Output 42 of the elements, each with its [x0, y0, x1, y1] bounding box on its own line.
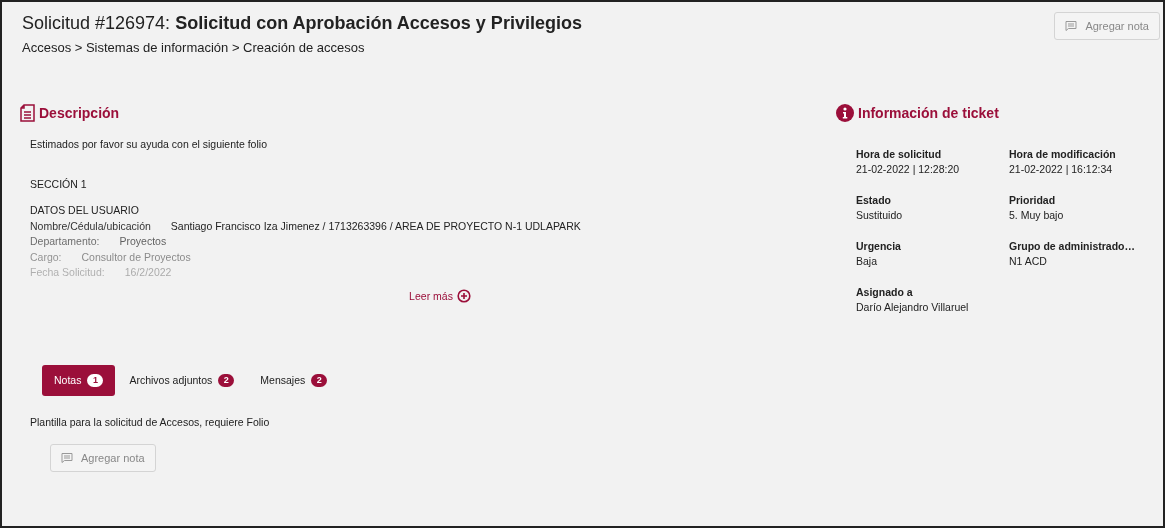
field-label: Departamento:	[30, 234, 100, 249]
page-title: Solicitud #126974: Solicitud con Aprobación Accesos y Privilegios	[22, 12, 582, 34]
plus-circle-icon	[456, 288, 471, 303]
comment-icon	[61, 451, 73, 464]
read-more-link[interactable]: Leer más	[409, 289, 453, 302]
info-label: Prioridad	[1009, 193, 1057, 208]
comment-icon	[1065, 20, 1078, 32]
tab[interactable]: Notas 1	[42, 364, 116, 396]
breadcrumb: Accesos > Sistemas de información > Creación de accesos	[22, 40, 366, 55]
count-badge: 2	[218, 373, 235, 387]
field-value: Proyectos	[119, 234, 167, 249]
field-label: Fecha Solicitud:	[30, 265, 105, 280]
description-heading: SECCIÓN 1	[30, 176, 88, 192]
field-label: Cargo:	[30, 249, 62, 265]
field-label: Nombre/Cédula/ubicación	[30, 218, 151, 234]
info-label: Hora de modificación	[1009, 147, 1117, 162]
info-value: 5. Muy bajo	[1009, 208, 1065, 223]
description-text: Estimados por favor su ayuda con el siguiente folio	[30, 137, 268, 152]
info-label: Asignado a	[856, 285, 914, 300]
info-value: 21-02-2022 | 12:28:20	[856, 162, 961, 177]
info-value: N1 ACD	[1009, 254, 1048, 269]
info-label: Hora de solicitud	[856, 147, 943, 162]
info-value: Darío Alejandro Villaruel	[856, 300, 970, 315]
info-label: Estado	[856, 193, 892, 208]
info-value: Baja	[856, 254, 878, 269]
tab[interactable]: Mensajes 2	[248, 364, 340, 396]
section-heading: Información de ticket	[858, 105, 999, 121]
count-badge: 1	[87, 373, 104, 387]
count-badge: 2	[311, 373, 328, 387]
info-label: Grupo de administrado…	[1009, 239, 1136, 254]
note-text: Plantilla para la solicitud de Accesos, requiere Folio	[30, 415, 271, 428]
info-icon	[836, 104, 854, 122]
tab[interactable]: Archivos adjuntos 2	[117, 364, 247, 396]
section-heading: Descripción	[39, 105, 120, 121]
document-icon	[20, 104, 35, 122]
info-value: 21-02-2022 | 16:12:34	[1009, 162, 1114, 177]
info-label: Urgencia	[856, 239, 902, 254]
info-value: Sustituido	[856, 208, 904, 223]
field-value: 16/2/2022	[124, 265, 172, 280]
field-value: Consultor de Proyectos	[81, 249, 191, 265]
description-heading: DATOS DEL USUARIO	[30, 203, 140, 218]
field-value: Santiago Francisco Iza Jimenez / 1713263396 / AREA DE PROYECTO N-1 UDLAPARK	[170, 218, 581, 234]
